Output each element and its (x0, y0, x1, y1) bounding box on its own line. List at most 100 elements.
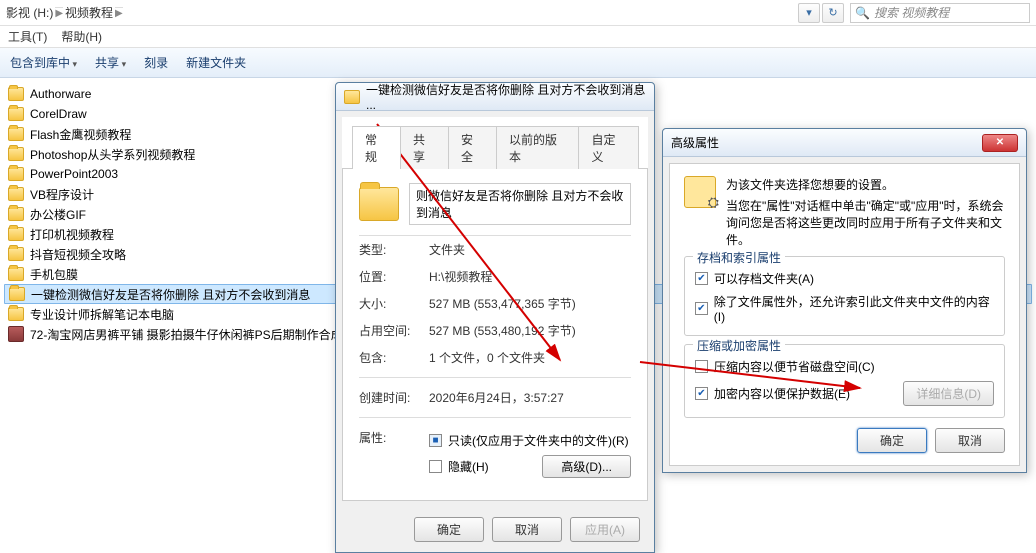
folder-icon (8, 247, 24, 261)
tab-general[interactable]: 常规 (352, 126, 401, 169)
list-item-label: 办公楼GIF (30, 206, 86, 223)
apply-button[interactable]: 应用(A) (570, 517, 640, 542)
breadcrumb[interactable]: 影视 (H:) ▶ 视频教程 ▶ (6, 1, 798, 25)
folder-name-field[interactable]: 则微信好友是否将你删除 且对方不会收到消息 (409, 183, 631, 225)
menu-tools[interactable]: 工具(T) (8, 28, 47, 45)
properties-titlebar[interactable]: 一键检测微信好友是否将你删除 且对方不会收到消息 ... (336, 83, 654, 111)
list-item-label: 一键检测微信好友是否将你删除 且对方不会收到消息 (31, 286, 310, 303)
advanced-button[interactable]: 高级(D)... (542, 455, 631, 478)
search-input[interactable]: 🔍 搜索 视频教程 (850, 3, 1030, 23)
toolbar-include[interactable]: 包含到库中 (10, 54, 77, 71)
checkbox-readonly[interactable]: ■ (429, 434, 442, 447)
checkbox-encrypt[interactable]: ✔ (695, 387, 708, 400)
value-contains: 1 个文件，0 个文件夹 (429, 349, 545, 366)
group-compress: 压缩或加密属性 压缩内容以便节省磁盘空间(C) ✔ 加密内容以便保护数据(E) … (684, 344, 1005, 418)
label-readonly: 只读(仅应用于文件夹中的文件)(R) (448, 432, 629, 449)
folder-icon (8, 227, 24, 241)
label-index: 除了文件属性外，还允许索引此文件夹中文件的内容(I) (714, 293, 994, 324)
label-location: 位置: (359, 268, 429, 285)
checkbox-index[interactable]: ✔ (695, 302, 708, 315)
group-compress-title: 压缩或加密属性 (693, 337, 785, 354)
ok-button[interactable]: 确定 (414, 517, 484, 542)
folder-icon (8, 107, 24, 121)
folder-icon (9, 287, 25, 301)
list-item-label: 手机包膜 (30, 266, 78, 283)
search-icon: 🔍 (855, 6, 870, 20)
properties-dialog: 一键检测微信好友是否将你删除 且对方不会收到消息 ... 常规 共享 安全 以前… (335, 82, 655, 553)
list-item-label: CorelDraw (30, 107, 87, 121)
label-contains: 包含: (359, 349, 429, 366)
details-button[interactable]: 详细信息(D) (903, 381, 994, 406)
list-item-label: 打印机视频教程 (30, 226, 114, 243)
label-size: 大小: (359, 295, 429, 312)
list-item-label: 抖音短视频全攻略 (30, 246, 126, 263)
checkbox-archive[interactable]: ✔ (695, 272, 708, 285)
advanced-desc2: 当您在"属性"对话框中单击"确定"或"应用"时，系统会询问您是否将这些更改同时应… (726, 197, 1005, 248)
list-item-label: 72-淘宝网店男裤平铺 摄影拍摄牛仔休闲裤PS后期制作合成 视频 (30, 326, 370, 343)
list-item-label: Photoshop从头学系列视频教程 (30, 146, 195, 163)
advanced-dialog: 高级属性 ✕ 为该文件夹选择您想要的设置。 当您在"属性"对话框中单击"确定"或… (662, 128, 1027, 473)
label-created: 创建时间: (359, 389, 429, 406)
toolbar-share[interactable]: 共享 (95, 54, 126, 71)
label-archive: 可以存档文件夹(A) (714, 270, 814, 287)
value-size: 527 MB (553,477,365 字节) (429, 295, 576, 312)
folder-icon (344, 90, 360, 104)
explorer-toolbar: 包含到库中 共享 刻录 新建文件夹 (0, 48, 1036, 78)
menu-bar: 工具(T) 帮助(H) (0, 26, 1036, 48)
tab-security[interactable]: 安全 (448, 126, 497, 169)
folder-icon (8, 267, 24, 281)
label-encrypt: 加密内容以便保护数据(E) (714, 385, 850, 402)
chevron-right-icon: ▶ (115, 7, 123, 19)
properties-tabs: 常规 共享 安全 以前的版本 自定义 (342, 117, 648, 169)
breadcrumb-folder[interactable]: 视频教程 (65, 4, 113, 21)
breadcrumb-drive[interactable]: 影视 (H:) (6, 4, 53, 21)
folder-icon (8, 307, 24, 321)
cancel-button[interactable]: 取消 (935, 428, 1005, 453)
list-item-label: PowerPoint2003 (30, 167, 118, 181)
checkbox-compress[interactable] (695, 360, 708, 373)
ok-button[interactable]: 确定 (857, 428, 927, 453)
label-hidden: 隐藏(H) (448, 458, 489, 475)
list-item-label: Flash金鹰视频教程 (30, 126, 131, 143)
advanced-title: 高级属性 (671, 134, 982, 151)
folder-settings-icon (684, 176, 716, 208)
advanced-desc1: 为该文件夹选择您想要的设置。 (726, 176, 1005, 193)
folder-icon (359, 187, 399, 221)
list-item-label: VB程序设计 (30, 186, 94, 203)
refresh-button[interactable]: ↻ (822, 3, 844, 23)
chevron-right-icon: ▶ (55, 7, 63, 19)
group-archive: 存档和索引属性 ✔ 可以存档文件夹(A) ✔ 除了文件属性外，还允许索引此文件夹… (684, 256, 1005, 336)
properties-buttons: 确定 取消 应用(A) (336, 507, 654, 552)
toolbar-burn[interactable]: 刻录 (144, 54, 168, 71)
value-type: 文件夹 (429, 241, 465, 258)
properties-title: 一键检测微信好友是否将你删除 且对方不会收到消息 ... (366, 81, 646, 112)
cancel-button[interactable]: 取消 (492, 517, 562, 542)
dropdown-history-button[interactable]: ▾ (798, 3, 820, 23)
folder-icon (8, 127, 24, 141)
folder-icon (8, 187, 24, 201)
list-item-label: Authorware (30, 87, 91, 101)
search-placeholder: 搜索 视频教程 (874, 4, 949, 21)
archive-icon (8, 326, 24, 342)
label-type: 类型: (359, 241, 429, 258)
checkbox-hidden[interactable] (429, 460, 442, 473)
tab-custom[interactable]: 自定义 (578, 126, 639, 169)
folder-icon (8, 147, 24, 161)
close-button[interactable]: ✕ (982, 134, 1018, 152)
advanced-panel: 为该文件夹选择您想要的设置。 当您在"属性"对话框中单击"确定"或"应用"时，系… (669, 163, 1020, 466)
properties-panel: 则微信好友是否将你删除 且对方不会收到消息 类型:文件夹 位置:H:\视频教程 … (342, 169, 648, 501)
folder-icon (8, 167, 24, 181)
menu-help[interactable]: 帮助(H) (61, 28, 102, 45)
value-disksize: 527 MB (553,480,192 字节) (429, 322, 576, 339)
value-created: 2020年6月24日，3:57:27 (429, 389, 564, 406)
label-attributes: 属性: (359, 429, 429, 446)
folder-icon (8, 207, 24, 221)
group-archive-title: 存档和索引属性 (693, 249, 785, 266)
tab-previous[interactable]: 以前的版本 (496, 126, 579, 169)
tab-share[interactable]: 共享 (400, 126, 449, 169)
list-item-label: 专业设计师拆解笔记本电脑 (30, 306, 174, 323)
value-location: H:\视频教程 (429, 268, 492, 285)
advanced-titlebar[interactable]: 高级属性 ✕ (663, 129, 1026, 157)
toolbar-newfolder[interactable]: 新建文件夹 (186, 54, 246, 71)
folder-icon (8, 87, 24, 101)
